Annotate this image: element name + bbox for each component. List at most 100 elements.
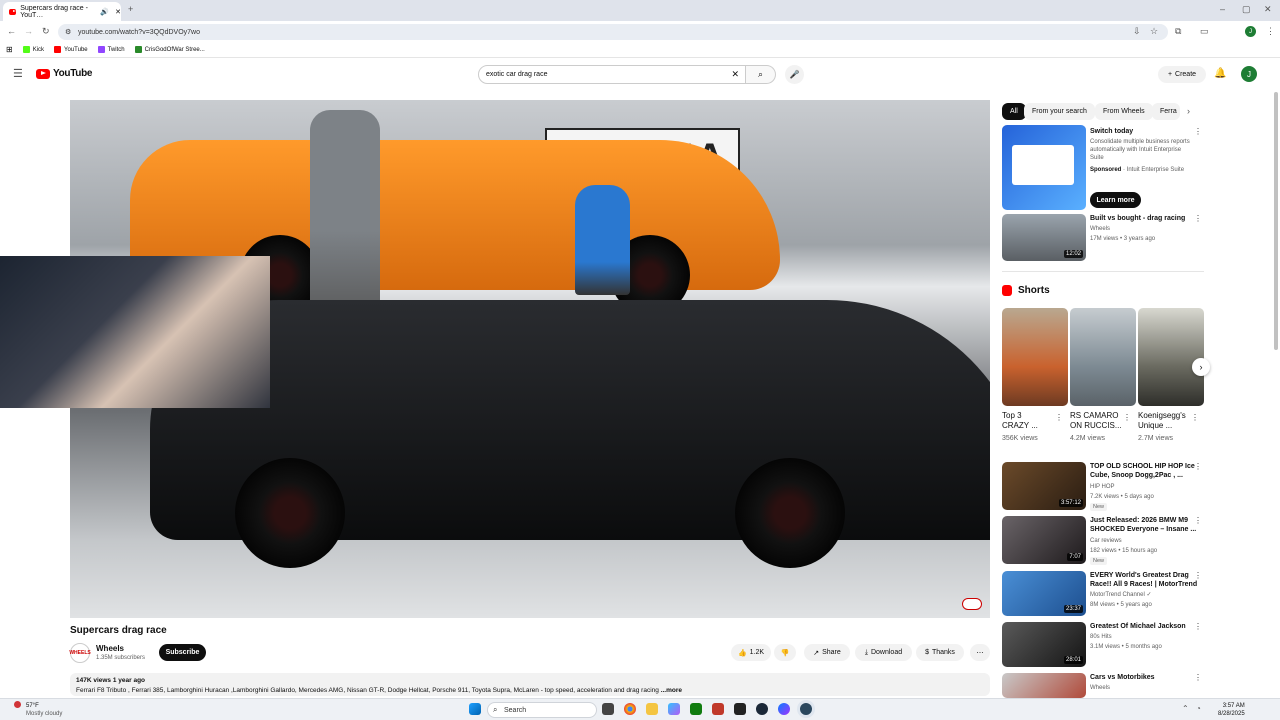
more-actions-button[interactable]: ⋯ [970,644,990,661]
rec-menu-icon[interactable]: ⋮ [1194,673,1202,682]
sidebar-icon[interactable]: ▭ [1200,27,1209,36]
more-link[interactable]: ...more [661,687,682,694]
taskbar-search[interactable]: ⌕ Search [487,702,597,718]
chevron-right-icon[interactable]: › [1187,107,1190,116]
rec-channel[interactable]: Wheels [1090,225,1110,234]
rec-channel[interactable]: Wheels [1090,684,1110,693]
rec-thumbnail[interactable]: 3:57:12 [1002,462,1086,510]
ad-title[interactable]: Switch today [1090,127,1133,136]
youtube-logo[interactable]: YouTube [36,68,93,79]
extensions-icon[interactable]: ⧉ [1175,27,1181,36]
bookmark-star-icon[interactable]: ☆ [1150,27,1158,36]
address-bar[interactable]: ⚙ youtube.com/watch?v=3QQdDVOy7wo [58,24,1168,40]
account-avatar[interactable]: J [1241,66,1257,82]
page-scrollbar[interactable] [1274,92,1278,350]
short-title[interactable]: RS CAMARO ON RUCCIS... [1070,411,1122,431]
rec-title[interactable]: Just Released: 2026 BMW M9 SHOCKED Every… [1090,516,1196,534]
voice-search-button[interactable]: 🎤 [785,65,804,84]
rec-thumbnail[interactable]: 12:02 [1002,214,1086,261]
rec-channel[interactable]: 80s Hits [1090,633,1112,642]
steam-icon[interactable] [756,703,768,715]
notifications-bell-icon[interactable]: 🔔 [1214,69,1226,79]
new-tab-button[interactable]: + [128,5,133,14]
create-button[interactable]: + Create [1158,66,1206,83]
ad-menu-icon[interactable]: ⋮ [1194,127,1202,136]
bookmark-twitch[interactable]: Twitch [97,46,125,53]
close-window-button[interactable]: ✕ [1264,5,1272,14]
rec-title[interactable]: TOP OLD SCHOOL HIP HOP Ice Cube, Snoop D… [1090,462,1195,480]
bookmark-youtube[interactable]: YouTube [54,46,88,53]
rec-menu-icon[interactable]: ⋮ [1194,622,1202,631]
browser-menu-icon[interactable]: ⋮ [1266,27,1275,36]
forward-icon[interactable]: → [24,27,33,36]
rec-thumbnail[interactable]: 28:01 [1002,622,1086,667]
steam-active-icon[interactable] [800,703,812,715]
browser-tab[interactable]: Supercars drag race - YouT… 🔊 ✕ [3,2,121,21]
short-title[interactable]: Koenigsegg's Unique ... [1138,411,1186,431]
short-thumbnail[interactable] [1002,308,1068,406]
description-box[interactable]: 147K views 1 year ago Ferrari F8 Tributo… [70,673,990,696]
start-windows-icon[interactable] [469,703,481,715]
bookmark-crisgodofwar[interactable]: CrisGodOfWar Stree... [134,46,205,53]
rec-thumbnail[interactable]: 23:37 [1002,571,1086,616]
rec-title[interactable]: EVERY World's Greatest Drag Race!! All 9… [1090,571,1197,589]
like-button[interactable]: 👍 1.2K [731,644,771,661]
reload-icon[interactable]: ↻ [42,27,50,36]
search-input[interactable]: exotic car drag race ✕ [478,65,746,84]
minimize-button[interactable]: – [1220,5,1225,14]
system-clock[interactable]: 3:57 AM 8/28/2025 [1218,702,1245,718]
thanks-button[interactable]: $ Thanks [916,644,964,661]
hamburger-menu-icon[interactable]: ☰ [13,69,23,80]
short-menu-icon[interactable]: ⋮ [1055,413,1063,422]
learn-more-button[interactable]: Learn more [1090,192,1141,208]
channel-name[interactable]: Wheels [96,644,124,653]
tray-overflow-icon[interactable]: ⌃ [1182,705,1189,713]
chip-from-wheels[interactable]: From Wheels [1095,103,1153,120]
clear-search-icon[interactable]: ✕ [731,69,739,80]
rec-menu-icon[interactable]: ⋮ [1194,571,1202,580]
short-menu-icon[interactable]: ⋮ [1191,413,1199,422]
install-icon[interactable]: ⇩ [1133,27,1141,36]
short-menu-icon[interactable]: ⋮ [1123,413,1131,422]
search-button[interactable]: ⌕ [746,65,776,84]
messenger-icon[interactable] [778,703,790,715]
channel-avatar[interactable]: WHEELS [69,643,91,663]
short-thumbnail[interactable] [1138,308,1204,406]
rec-channel[interactable]: Car reviews [1090,537,1122,546]
copilot-icon[interactable] [668,703,680,715]
ad-thumbnail[interactable] [1002,125,1086,210]
rec-title[interactable]: Built vs bought - drag racing [1090,214,1185,223]
chip-ferrari[interactable]: Ferra [1152,103,1180,120]
apps-grid-icon[interactable]: ⊞ [6,45,13,54]
rec-title[interactable]: Greatest Of Michael Jackson [1090,622,1186,631]
shorts-next-button[interactable]: › [1192,358,1210,376]
rec-menu-icon[interactable]: ⋮ [1194,462,1202,471]
task-view-icon[interactable] [602,703,614,715]
rec-channel[interactable]: MotorTrend Channel ✓ [1090,591,1152,600]
weather-widget[interactable]: 57°F Mostly cloudy [26,702,62,718]
rec-title[interactable]: Cars vs Motorbikes [1090,673,1155,682]
download-button[interactable]: ⤓ Download [855,644,912,661]
chip-from-your-search[interactable]: From your search [1024,103,1095,120]
chip-all[interactable]: All [1002,103,1026,120]
short-title[interactable]: Top 3 CRAZY ... [1002,411,1038,431]
xbox-icon[interactable] [690,703,702,715]
bookmark-kick[interactable]: Kick [22,46,44,53]
back-icon[interactable]: ← [7,27,16,36]
rec-thumbnail[interactable] [1002,673,1086,698]
close-tab-icon[interactable]: ✕ [115,8,121,16]
rec-menu-icon[interactable]: ⋮ [1194,516,1202,525]
profile-avatar[interactable]: J [1245,26,1256,37]
share-button[interactable]: ↗ Share [804,644,850,661]
file-explorer-icon[interactable] [646,703,658,715]
game-app-icon[interactable] [712,703,724,715]
terminal-icon[interactable] [734,703,746,715]
maximize-button[interactable]: ▢ [1242,5,1251,14]
rec-thumbnail[interactable]: 7:07 [1002,516,1086,564]
dislike-button[interactable]: 👎 [774,644,796,661]
subscribe-button[interactable]: Subscribe [159,644,206,661]
network-icon[interactable]: ◔ [1196,705,1201,713]
chrome-icon[interactable] [624,703,636,715]
short-thumbnail[interactable] [1070,308,1136,406]
site-info-icon[interactable]: ⚙ [65,28,71,36]
